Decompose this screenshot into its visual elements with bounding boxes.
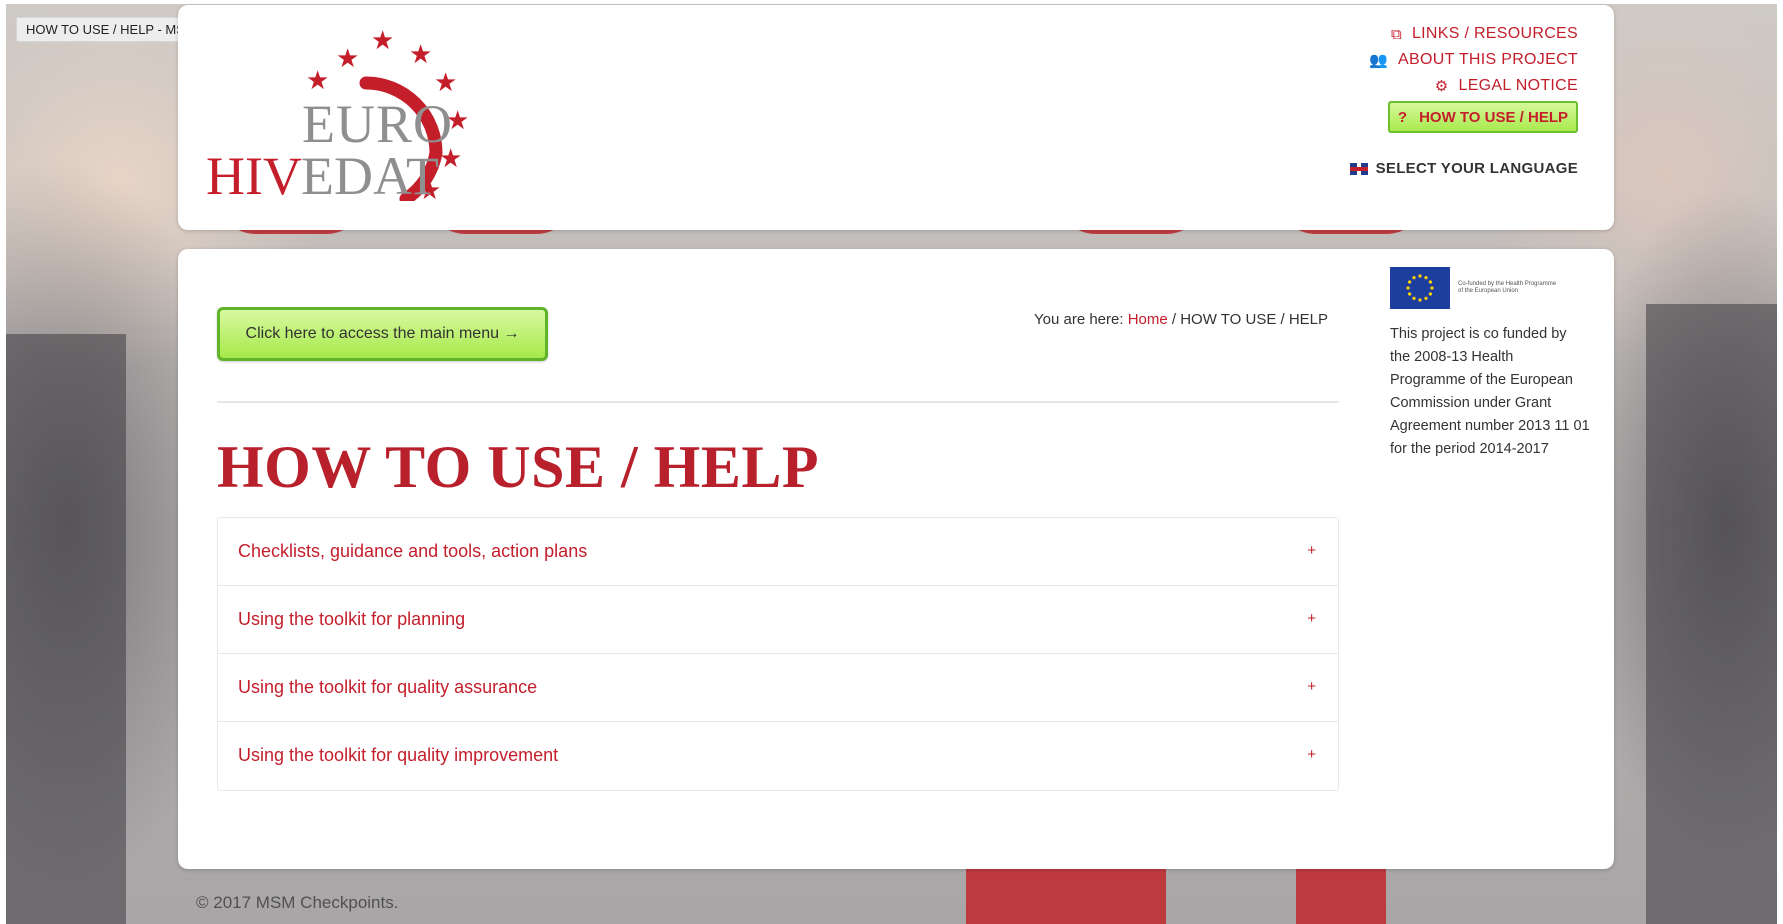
logo-euro-text: EURO (302, 94, 453, 154)
accordion-item-label: Using the toolkit for planning (238, 609, 466, 629)
top-navigation: ⧉ LINKS / RESOURCES 👥 ABOUT THIS PROJECT… (1369, 21, 1578, 133)
accordion-item-quality-assurance[interactable]: Using the toolkit for quality assurance … (218, 654, 1338, 722)
eu-flag-icon (1390, 267, 1450, 309)
nav-link-legal[interactable]: ⚙ LEGAL NOTICE (1369, 73, 1578, 99)
nav-link-label: LINKS / RESOURCES (1411, 25, 1578, 42)
bg-ribbon (1296, 864, 1386, 924)
eu-health-programme-logo: Co-funded by the Health Programme of the… (1390, 267, 1590, 309)
bg-figure (1646, 304, 1777, 924)
nav-link-about[interactable]: 👥 ABOUT THIS PROJECT (1369, 47, 1578, 73)
nav-link-label: HOW TO USE / HELP (1419, 108, 1568, 126)
footer-copyright: © 2017 MSM Checkpoints. (196, 893, 399, 912)
plus-icon[interactable]: + (1307, 678, 1316, 695)
page-title: HOW TO USE / HELP (217, 434, 820, 500)
plus-icon[interactable]: + (1307, 746, 1316, 763)
breadcrumb-prefix: You are here: (1034, 311, 1128, 328)
svg-text:★: ★ (409, 40, 432, 70)
accordion-item-planning[interactable]: Using the toolkit for planning + (218, 586, 1338, 654)
bg-ribbon (966, 864, 1166, 924)
funding-sidebar: Co-funded by the Health Programme of the… (1390, 267, 1590, 461)
accordion-item-label: Using the toolkit for quality improvemen… (238, 745, 559, 765)
nav-link-label: LEGAL NOTICE (1458, 77, 1578, 94)
accordion-item-quality-improvement[interactable]: Using the toolkit for quality improvemen… (218, 722, 1338, 790)
site-header: ★ ★ ★ ★ ★ ★ ★ ★ EURO HIV EDAT ⧉ LINKS / … (178, 5, 1614, 230)
eurohivedat-logo[interactable]: ★ ★ ★ ★ ★ ★ ★ ★ EURO HIV EDAT (206, 21, 516, 206)
plus-icon[interactable]: + (1307, 542, 1316, 559)
logo-edat-text: EDAT (301, 146, 439, 206)
main-menu-button[interactable]: Click here to access the main menu → (217, 307, 548, 361)
breadcrumb-current: / HOW TO USE / HELP (1167, 311, 1329, 328)
eu-logo-caption: Co-funded by the Health Programme of the… (1458, 281, 1557, 294)
question-circle-icon: ? (1397, 108, 1408, 126)
svg-text:★: ★ (371, 26, 394, 56)
accordion-item-label: Using the toolkit for quality assurance (238, 677, 538, 697)
nav-link-label: ABOUT THIS PROJECT (1398, 51, 1578, 68)
accordion-item-label: Checklists, guidance and tools, action p… (238, 541, 588, 561)
divider (217, 401, 1339, 403)
plus-icon[interactable]: + (1307, 610, 1316, 627)
help-accordion: Checklists, guidance and tools, action p… (217, 517, 1339, 791)
main-content-card: Click here to access the main menu → You… (178, 249, 1614, 869)
users-icon: 👥 (1369, 52, 1389, 69)
svg-text:★: ★ (336, 44, 359, 74)
svg-text:★: ★ (306, 66, 329, 96)
logo-hiv-text: HIV (206, 146, 302, 206)
uk-flag-icon (1349, 162, 1368, 175)
accordion-item-checklists[interactable]: Checklists, guidance and tools, action p… (218, 518, 1338, 586)
funding-statement: This project is co funded by the 2008-13… (1390, 326, 1590, 457)
bg-figure (6, 334, 126, 924)
breadcrumb-home-link[interactable]: Home (1128, 311, 1168, 328)
language-selector[interactable]: SELECT YOUR LANGUAGE (1349, 160, 1578, 177)
breadcrumb: You are here: Home / HOW TO USE / HELP (1034, 311, 1328, 328)
nav-link-help-active[interactable]: ? HOW TO USE / HELP (1387, 101, 1578, 133)
nav-link-resources[interactable]: ⧉ LINKS / RESOURCES (1369, 21, 1578, 47)
external-link-icon: ⧉ (1390, 25, 1402, 43)
language-selector-label: SELECT YOUR LANGUAGE (1375, 160, 1578, 177)
gear-icon: ⚙ (1434, 78, 1449, 95)
